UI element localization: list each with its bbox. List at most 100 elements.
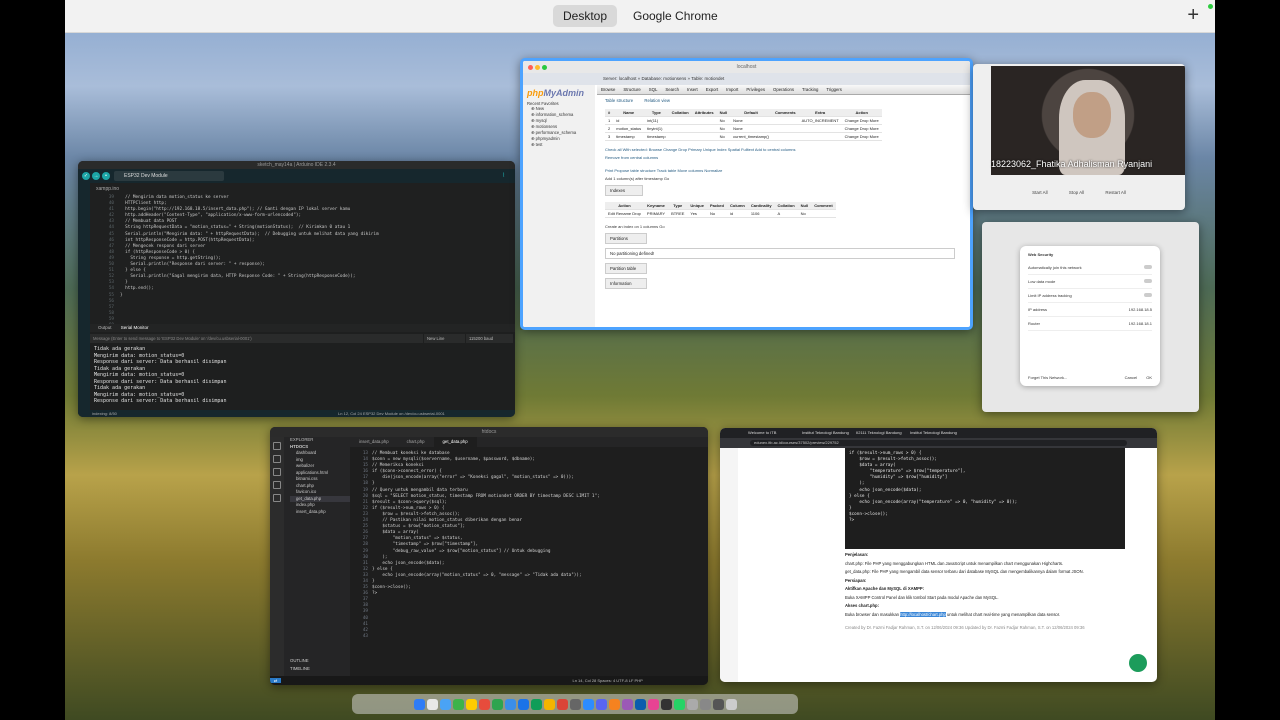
sketch-code[interactable]: // Mengirim data motion_status ke server… [120,195,379,329]
chat-fab-icon[interactable] [1129,654,1147,672]
dock-app-icon[interactable] [673,698,685,710]
zoom-video-window[interactable]: 18223062_Fhatika Adhalisman Ryanjani Sta… [973,64,1185,210]
browser-tab[interactable]: II2111 Teknologi Bandung [856,428,906,438]
browser-tab[interactable]: Welcome to ITB [748,428,798,438]
network-settings-window[interactable]: Web Security Automatically join this net… [982,222,1199,412]
vscode-window[interactable]: htdocs EXPLORER HTDOCS dashboard img webal… [270,427,708,685]
dock-app-icon[interactable] [621,698,633,710]
stop-all-button[interactable]: Stop All [1069,190,1084,195]
address-bar[interactable]: localhost [737,64,757,70]
arduino-ide-window[interactable]: sketch_may14a | Arduino IDE 2.3.4 ✓ → • … [78,161,515,417]
forget-network-button[interactable]: Forget This Network... [1028,375,1067,380]
line-ending-select[interactable]: New Line [424,334,465,343]
dock-app-icon[interactable] [465,698,477,710]
editor-tab[interactable]: get_data.php [433,437,477,447]
sketch-tab[interactable]: xampp.ino [90,183,515,195]
add-column-row[interactable]: Add 1 column(s) after timestamp Go [605,176,962,181]
pma-menu-item[interactable]: Triggers [826,87,842,92]
partition-table-button[interactable]: Partition table [605,263,647,274]
pma-menu-item[interactable]: Privileges [746,87,765,92]
dock-app-icon[interactable] [634,698,646,710]
dock-app-icon[interactable] [439,698,451,710]
serial-plotter-icon[interactable]: ⌇ [502,172,505,179]
relation-view-link[interactable]: Relation view [644,98,670,103]
outline-section[interactable]: OUTLINE [284,658,309,665]
browser-tab[interactable]: Institut Teknologi Bandung [910,428,960,438]
database-item[interactable]: ⊕ test [523,142,595,148]
pma-menu-item[interactable]: Search [665,87,679,92]
php-code[interactable]: // Membuat koneksi ke database $conn = ne… [372,451,600,640]
dock-app-icon[interactable] [426,698,438,710]
timeline-section[interactable]: TIMELINE [284,666,310,673]
pma-menu-item[interactable]: Browse [601,87,615,92]
bulk-actions[interactable]: Check all With selected: Browse Change D… [605,147,962,152]
file-item[interactable]: insert_data.php [290,509,350,516]
search-icon[interactable] [273,455,281,463]
arduino-editor[interactable]: xampp.ino 39 40 41 42 43 44 45 46 47 48 49 50 51 52 53… [90,183,515,328]
auto-join-row[interactable]: Automatically join this network [1028,261,1152,275]
dock-app-icon[interactable] [608,698,620,710]
pma-menu-item[interactable]: Tracking [802,87,818,92]
dock-app-icon[interactable] [712,698,724,710]
upload-icon[interactable]: → [92,172,100,180]
dock-app-icon[interactable] [569,698,581,710]
dock-app-icon[interactable] [543,698,555,710]
dock-app-icon[interactable] [478,698,490,710]
space-google-chrome[interactable]: Google Chrome [623,5,728,27]
dock-app-icon[interactable] [699,698,711,710]
extensions-icon[interactable] [273,494,281,502]
zoom-window-icon[interactable] [542,65,547,70]
phpmyadmin-browser-window[interactable]: localhost Server: localhost » Database: … [520,58,973,330]
chrome-address-bar[interactable]: edunex.itb.ac.id/courses/37502/preview/2… [750,440,1127,446]
start-all-button[interactable]: Start All [1032,190,1048,195]
output-tab[interactable]: Output [98,325,112,330]
table-tools[interactable]: Print Propose table structure Track tabl… [605,168,962,173]
source-control-icon[interactable] [273,468,281,476]
code-editor[interactable]: 13 14 15 16 17 18 19 20 21 22 23 24 25 26 27 28 29 30 31 32… [350,447,708,676]
dock-app-icon[interactable] [491,698,503,710]
table-structure-link[interactable]: Table structure [605,98,633,103]
pma-menu-item[interactable]: Export [706,87,718,92]
dock-app-icon[interactable] [517,698,529,710]
editor-tab[interactable]: insert_data.php [350,437,398,447]
pma-breadcrumb[interactable]: Server: localhost » Database: motionsens… [523,73,970,85]
baud-rate-select[interactable]: 115200 baud [466,334,513,343]
limit-ip-row[interactable]: Limit IP address tracking [1028,289,1152,303]
dock-app-icon[interactable] [660,698,672,710]
run-debug-icon[interactable] [273,481,281,489]
dock-app-icon[interactable] [504,698,516,710]
dock-app-icon[interactable] [413,698,425,710]
remove-central-link[interactable]: Remove from central columns [605,155,962,160]
database-tree[interactable]: ⊕ New ⊕ information_schema ⊕ mysql ⊕ motion… [523,106,595,148]
dock-app-icon[interactable] [452,698,464,710]
dock-app-icon[interactable] [530,698,542,710]
board-selector[interactable]: ESP32 Dev Module [114,171,224,181]
pma-menu-item[interactable]: Operations [773,87,794,92]
low-data-row[interactable]: Low data mode [1028,275,1152,289]
dock-app-icon[interactable] [725,698,737,710]
space-desktop[interactable]: Desktop [553,5,618,27]
debug-icon[interactable]: • [102,172,110,180]
minimize-window-icon[interactable] [535,65,540,70]
dock-app-icon[interactable] [595,698,607,710]
pma-menu-item[interactable]: Structure [623,87,640,92]
ok-button[interactable]: OK [1146,375,1152,380]
phpmyadmin-logo[interactable]: phpMyAdmin [523,85,595,101]
remote-icon[interactable]: ⇄ [270,678,282,683]
cancel-button[interactable]: Cancel [1125,375,1137,380]
chrome-edunex-window[interactable]: Welcome to ITB Institut Teknologi Bandung… [720,428,1157,682]
serial-message-input[interactable]: Message (Enter to send message to 'ESP32… [90,334,423,343]
pma-menu-item[interactable]: Import [726,87,738,92]
serial-monitor-tab[interactable]: Serial Monitor [121,325,149,330]
create-index-row[interactable]: Create an index on 1 columns Go [605,224,962,229]
add-space-icon[interactable]: + [1187,4,1199,27]
dock-app-icon[interactable] [647,698,659,710]
verify-icon[interactable]: ✓ [82,172,90,180]
browser-tab[interactable]: Institut Teknologi Bandung [802,428,852,438]
close-window-icon[interactable] [528,65,533,70]
restart-all-button[interactable]: Restart All [1105,190,1126,195]
editor-tab[interactable]: chart.php [398,437,434,447]
dock-app-icon[interactable] [556,698,568,710]
localhost-link[interactable]: http://localhost/chart.php [900,611,946,617]
dock-app-icon[interactable] [686,698,698,710]
